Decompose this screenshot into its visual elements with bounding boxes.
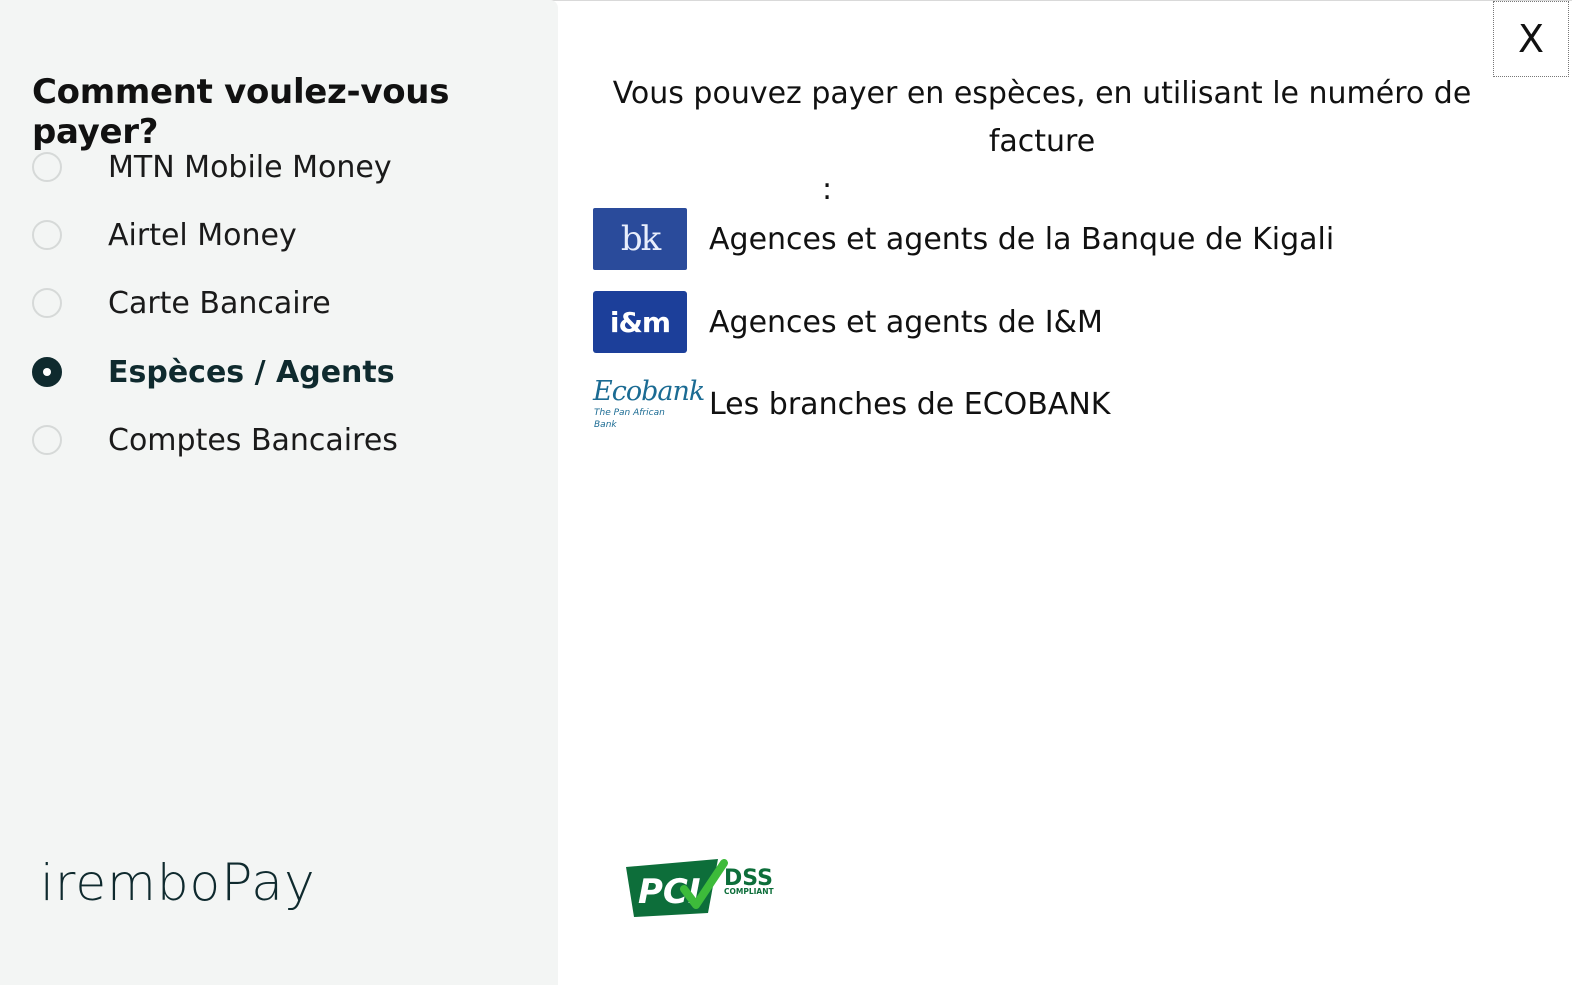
payment-method-title: Comment voulez-vous payer? [32,72,450,152]
ecobank-logo-text: Ecobank [593,376,705,407]
pci-dss-compliant-badge: PCI DSS COMPLIANT [624,855,780,923]
method-carte-bancaire[interactable]: Carte Bancaire [32,283,532,323]
provider-name: Agences et agents de la Banque de Kigali [709,221,1335,257]
ecobank-logo: Ecobank The Pan African Bank [593,373,705,435]
provider-name: Agences et agents de I&M [709,304,1103,340]
method-especes-agents[interactable]: Espèces / Agents [32,352,532,392]
radio-mtn-mobile-money[interactable] [32,152,62,182]
radio-carte-bancaire[interactable] [32,288,62,318]
provider-bank-of-kigali: bk Agences et agents de la Banque de Kig… [593,207,1473,271]
brand-part-pay: Pay [221,853,316,913]
bank-of-kigali-logo: bk [593,208,687,270]
close-button[interactable]: X [1493,1,1569,77]
svg-text:COMPLIANT: COMPLIANT [724,887,774,896]
provider-ecobank: Ecobank The Pan African Bank Les branche… [593,372,1473,436]
radio-especes-agents[interactable] [32,357,62,387]
method-label: MTN Mobile Money [108,149,392,185]
method-label: Espèces / Agents [108,354,395,390]
im-bank-logo: i&m [593,291,687,353]
method-label: Airtel Money [108,217,297,253]
method-comptes-bancaires[interactable]: Comptes Bancaires [32,420,532,460]
brand-part-irembo: irembo [40,854,222,912]
radio-airtel-money[interactable] [32,220,62,250]
instructions-line-1: Vous pouvez payer en espèces, en utilisa… [612,76,1472,159]
method-label: Carte Bancaire [108,285,331,321]
pci-dss-icon: PCI DSS COMPLIANT [626,859,774,917]
method-airtel-money[interactable]: Airtel Money [32,215,532,255]
bk-logo-text: bk [620,219,661,259]
payment-method-sidebar: Comment voulez-vous payer? MTN Mobile Mo… [0,0,558,985]
irembopay-logo: irembo Pay [40,853,316,913]
im-logo-text: i&m [609,305,671,339]
method-mtn-mobile-money[interactable]: MTN Mobile Money [32,147,532,187]
ecobank-logo-subtext: The Pan African Bank [594,408,665,430]
radio-comptes-bancaires[interactable] [32,425,62,455]
provider-im-bank: i&m Agences et agents de I&M [593,290,1473,354]
method-label: Comptes Bancaires [108,422,398,458]
provider-name: Les branches de ECOBANK [709,386,1111,422]
cash-payment-instructions: Vous pouvez payer en espèces, en utilisa… [596,70,1488,214]
